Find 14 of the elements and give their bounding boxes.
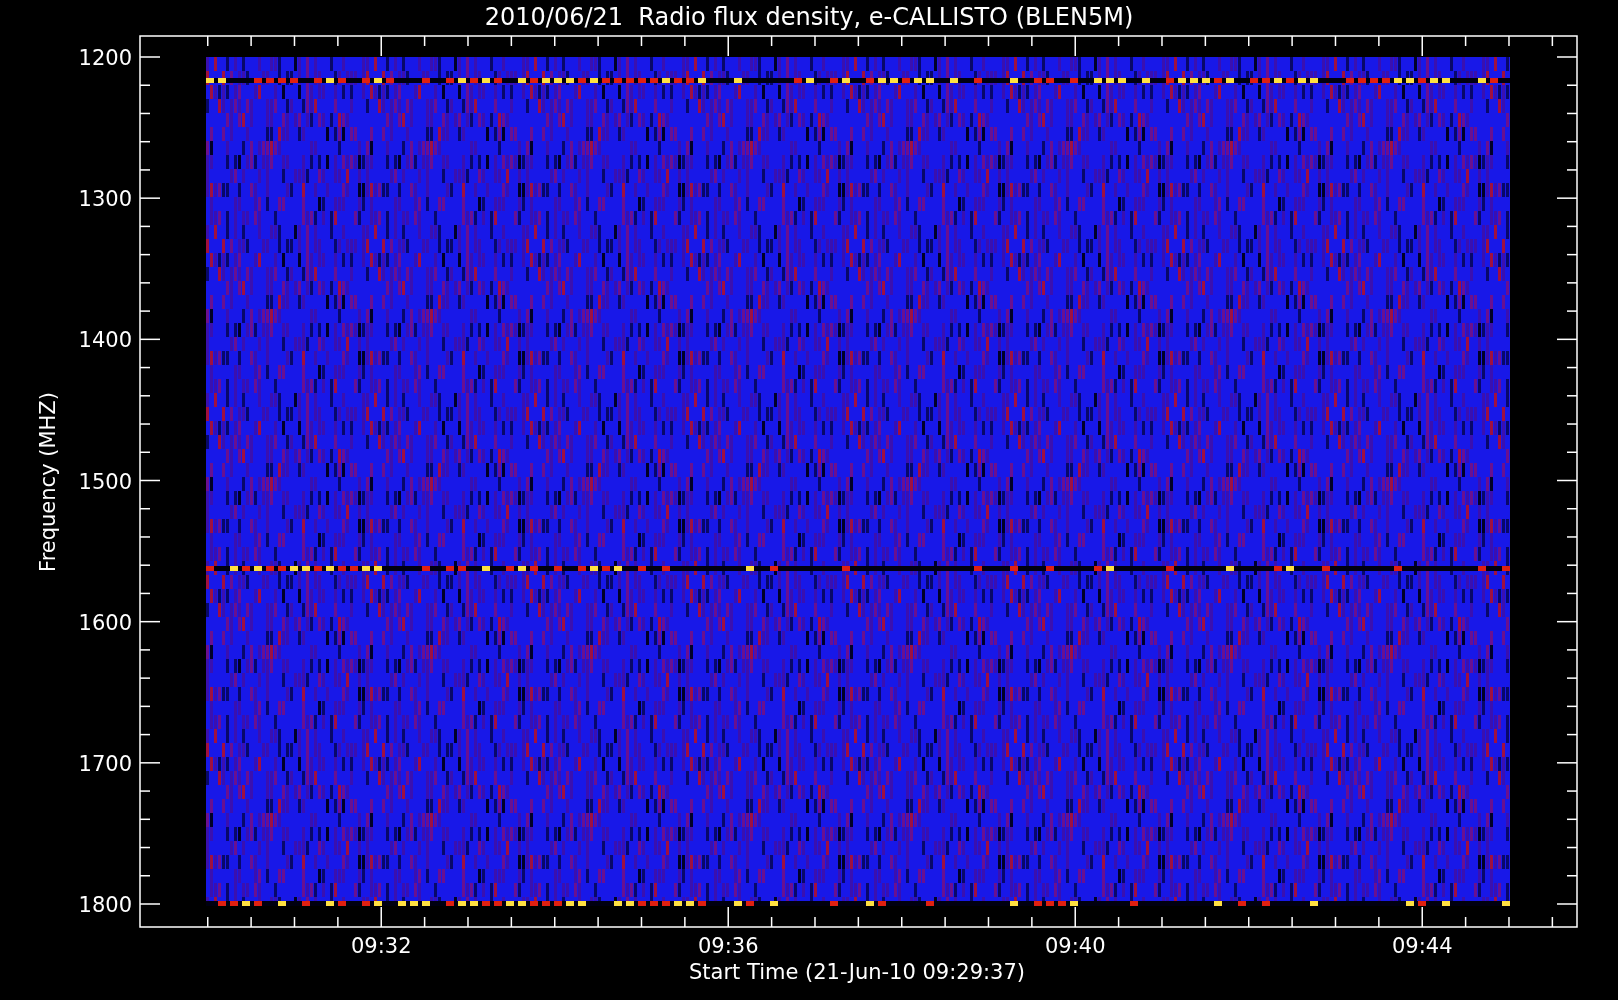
y-tick-label: 1500 bbox=[78, 469, 132, 494]
y-tick-label: 1300 bbox=[78, 187, 132, 212]
y-tick-label: 1400 bbox=[78, 328, 132, 353]
y-tick-label: 1700 bbox=[78, 751, 132, 776]
x-axis-label: Start Time (21-Jun-10 09:29:37) bbox=[689, 960, 1025, 984]
y-tick-label: 1800 bbox=[78, 893, 132, 917]
y-axis-label: Frequency (MHZ) bbox=[36, 392, 60, 572]
plot-title: 2010/06/21 Radio flux density, e-CALLISTO (BLEN5M) bbox=[484, 3, 1134, 31]
x-tick-label: 09:44 bbox=[1391, 934, 1453, 958]
y-tick-label: 1600 bbox=[78, 610, 132, 635]
x-tick-label: 09:32 bbox=[350, 934, 412, 958]
x-tick-label: 09:36 bbox=[697, 934, 759, 958]
x-tick-label: 09:40 bbox=[1044, 934, 1106, 958]
y-tick-label: 1200 bbox=[78, 46, 132, 70]
